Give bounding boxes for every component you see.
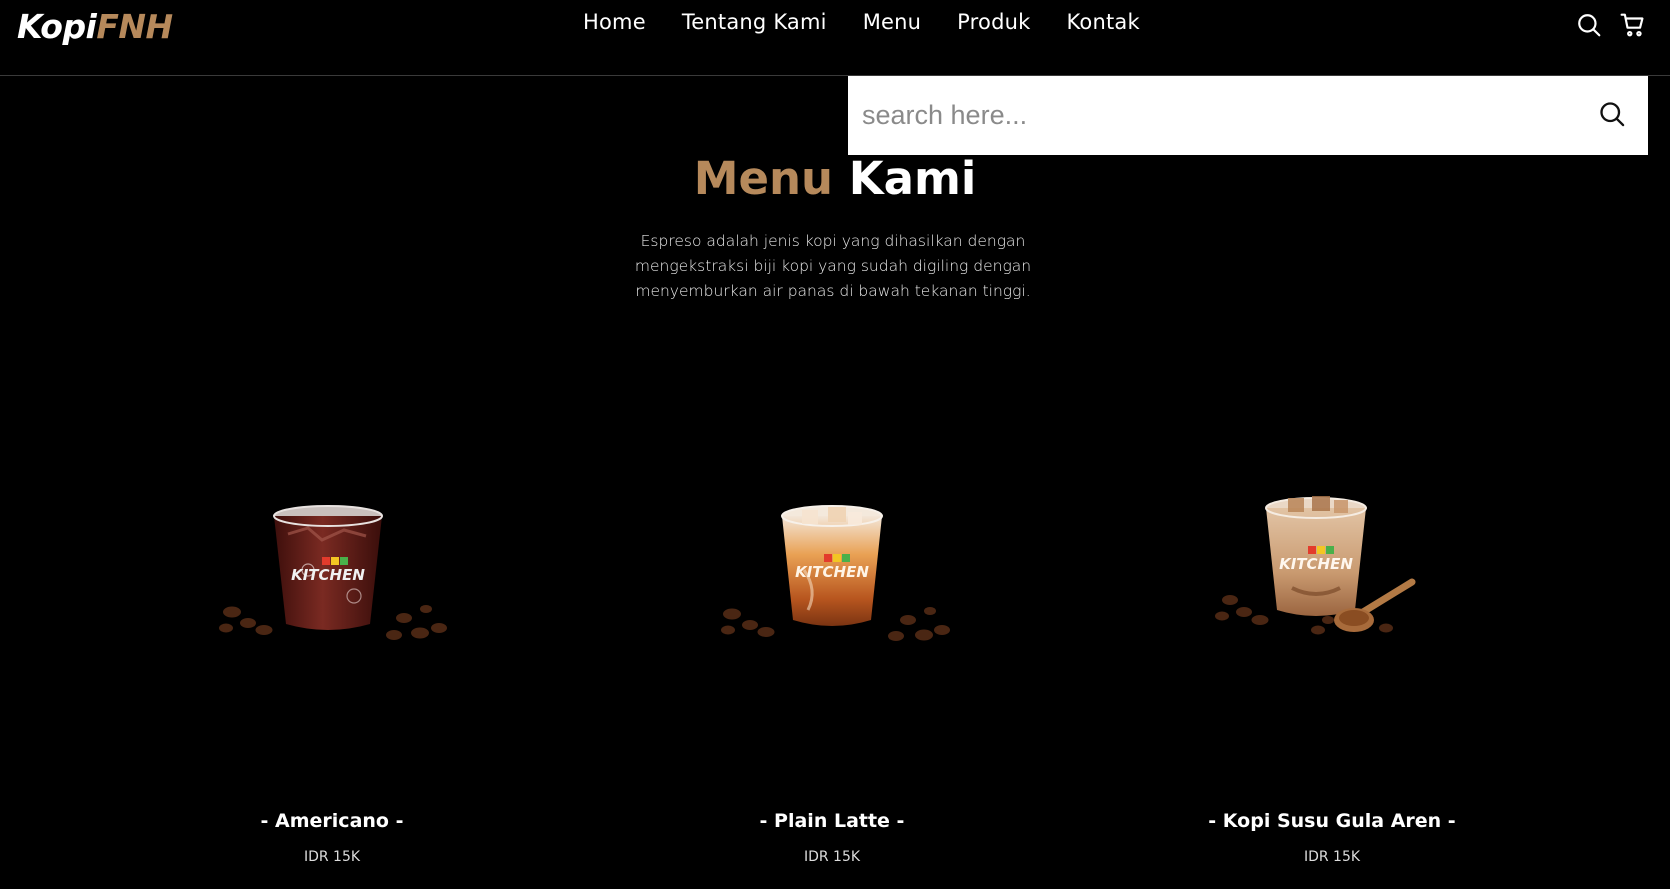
nav-item-produk[interactable]: Produk bbox=[957, 10, 1030, 34]
product-image: KITCHEN bbox=[582, 470, 1082, 670]
description-line: Espreso adalah jenis kopi yang dihasilka… bbox=[640, 232, 1026, 250]
brand-logo-part1: Kopi bbox=[17, 7, 97, 46]
search-submit-icon[interactable] bbox=[1598, 100, 1626, 128]
americano-cup-image: KITCHEN bbox=[219, 505, 447, 640]
kopi-susu-gula-aren-cup-image: KITCHEN bbox=[1215, 496, 1416, 635]
product-price: IDR 15K bbox=[803, 849, 861, 865]
cart-icon[interactable] bbox=[1620, 12, 1646, 38]
search-icon[interactable] bbox=[1576, 12, 1602, 38]
search-dropdown bbox=[848, 76, 1648, 155]
product-name: - Plain Latte - bbox=[759, 810, 905, 832]
nav-menu: Home Tentang Kami Menu Produk Kontak bbox=[583, 10, 1176, 34]
product-card[interactable]: KITCHEN - Kopi Susu Gula Aren - IDR 15K bbox=[1082, 470, 1582, 865]
section-title: Menu Kami bbox=[0, 152, 1670, 205]
nav-item-tentang-kami[interactable]: Tentang Kami bbox=[682, 10, 827, 34]
product-card[interactable]: KITCHEN - Plain Latte - IDR 15K bbox=[582, 470, 1082, 865]
brand-logo-part2: FNH bbox=[96, 7, 173, 46]
navbar: KopiFNH Home Tentang Kami Menu Produk Ko… bbox=[0, 0, 1670, 76]
nav-item-home[interactable]: Home bbox=[583, 10, 646, 34]
nav-item-kontak[interactable]: Kontak bbox=[1067, 10, 1140, 34]
cup-brand-label: KITCHEN bbox=[291, 566, 365, 584]
section-description: Espreso adalah jenis kopi yang dihasilka… bbox=[620, 229, 1046, 304]
nav-icons bbox=[1576, 12, 1646, 38]
product-card[interactable]: KITCHEN - Americano - IDR 15K bbox=[82, 470, 582, 865]
description-line: mengekstraksi biji kopi yang sudah digil… bbox=[634, 257, 1032, 275]
description-line: menyemburkan air panas di bawah tekanan … bbox=[635, 282, 1031, 300]
product-name: - Americano - bbox=[260, 810, 404, 832]
nav-item-menu[interactable]: Menu bbox=[863, 10, 921, 34]
product-price: IDR 15K bbox=[303, 849, 361, 865]
product-name: - Kopi Susu Gula Aren - bbox=[1208, 810, 1456, 832]
cup-brand-label: KITCHEN bbox=[1279, 555, 1353, 573]
product-image: KITCHEN bbox=[1082, 470, 1582, 670]
product-image: KITCHEN bbox=[82, 470, 582, 670]
section-title-accent: Menu bbox=[693, 152, 834, 205]
cup-brand-label: KITCHEN bbox=[795, 563, 869, 581]
search-input[interactable] bbox=[862, 94, 1542, 136]
section-title-main: Kami bbox=[848, 152, 977, 205]
product-price: IDR 15K bbox=[1303, 849, 1361, 865]
plain-latte-cup-image: KITCHEN bbox=[721, 505, 950, 641]
brand-logo[interactable]: KopiFNH bbox=[17, 7, 173, 46]
